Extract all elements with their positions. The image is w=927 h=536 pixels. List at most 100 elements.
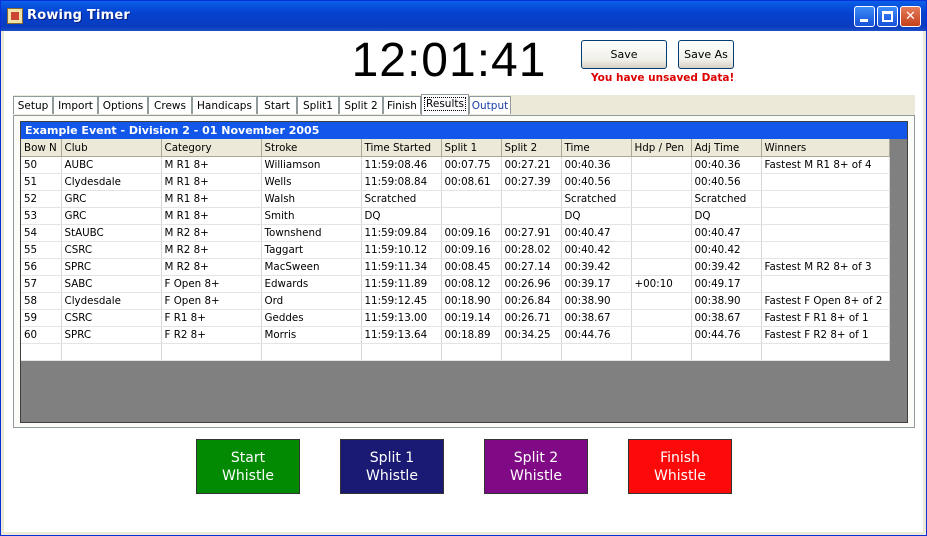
table-cell[interactable]	[761, 207, 890, 225]
table-cell[interactable]	[361, 343, 442, 361]
table-cell[interactable]: Taggart	[261, 241, 362, 259]
table-cell[interactable]: Scratched	[691, 190, 762, 208]
table-cell[interactable]: Clydesdale	[61, 173, 162, 191]
table-cell[interactable]	[261, 343, 362, 361]
tab-split2[interactable]: Split 2	[339, 96, 383, 114]
column-header[interactable]: Hdp / Pen	[631, 139, 692, 157]
table-cell[interactable]: Fastest F R2 8+ of 1	[761, 326, 890, 344]
table-cell[interactable]	[501, 343, 562, 361]
table-row[interactable]	[21, 343, 890, 361]
table-cell[interactable]: 00:18.90	[441, 292, 502, 310]
table-cell[interactable]: 11:59:08.84	[361, 173, 442, 191]
table-cell[interactable]: Smith	[261, 207, 362, 225]
table-row[interactable]: 60 SPRC F R2 8+ Morris 11:59:13.64 00:18.89 00…	[21, 326, 890, 344]
table-cell[interactable]: 00:26.84	[501, 292, 562, 310]
table-cell[interactable]: 00:40.36	[691, 156, 762, 174]
results-table[interactable]: Bow N Club Category Stroke Time Started …	[21, 139, 890, 361]
save-button[interactable]: Save	[581, 40, 667, 69]
table-row[interactable]: 51 Clydesdale M R1 8+ Wells 11:59:08.84 00:08…	[21, 173, 890, 191]
table-cell[interactable]	[21, 343, 62, 361]
table-cell[interactable]	[761, 241, 890, 259]
table-cell[interactable]: Ord	[261, 292, 362, 310]
table-cell[interactable]	[631, 309, 692, 327]
column-header[interactable]: Club	[61, 139, 162, 157]
table-cell[interactable]	[761, 224, 890, 242]
table-cell[interactable]: Fastest M R2 8+ of 3	[761, 258, 890, 276]
table-cell[interactable]	[761, 173, 890, 191]
table-cell[interactable]	[691, 343, 762, 361]
tab-import[interactable]: Import	[53, 96, 98, 114]
table-cell[interactable]: 00:38.90	[691, 292, 762, 310]
table-cell[interactable]: M R1 8+	[161, 207, 262, 225]
table-cell[interactable]: Townshend	[261, 224, 362, 242]
tab-crews[interactable]: Crews	[148, 96, 192, 114]
table-cell[interactable]: 00:39.17	[561, 275, 632, 293]
table-cell[interactable]	[631, 207, 692, 225]
table-cell[interactable]: 11:59:11.34	[361, 258, 442, 276]
table-row[interactable]: 55 CSRC M R2 8+ Taggart 11:59:10.12 00:09.16 0…	[21, 241, 890, 259]
table-cell[interactable]: 00:07.75	[441, 156, 502, 174]
table-cell[interactable]: 00:26.71	[501, 309, 562, 327]
table-cell[interactable]: 00:27.91	[501, 224, 562, 242]
table-cell[interactable]: SPRC	[61, 326, 162, 344]
table-cell[interactable]	[441, 190, 502, 208]
table-cell[interactable]: CSRC	[61, 241, 162, 259]
table-cell[interactable]: 00:40.56	[691, 173, 762, 191]
table-cell[interactable]: 53	[21, 207, 62, 225]
table-cell[interactable]	[631, 258, 692, 276]
column-header[interactable]: Winners	[761, 139, 890, 157]
table-cell[interactable]	[631, 326, 692, 344]
table-cell[interactable]: 00:40.42	[691, 241, 762, 259]
table-cell[interactable]: 00:40.42	[561, 241, 632, 259]
tab-results[interactable]: Results	[421, 94, 469, 115]
column-header[interactable]: Split 1	[441, 139, 502, 157]
table-cell[interactable]	[631, 292, 692, 310]
table-cell[interactable]: DQ	[361, 207, 442, 225]
table-cell[interactable]: M R2 8+	[161, 241, 262, 259]
table-cell[interactable]: Fastest F Open 8+ of 2	[761, 292, 890, 310]
start-whistle-button[interactable]: Start Whistle	[196, 439, 300, 494]
column-header[interactable]: Category	[161, 139, 262, 157]
tab-start[interactable]: Start	[257, 96, 297, 114]
table-cell[interactable]: 00:18.89	[441, 326, 502, 344]
table-cell[interactable]: 57	[21, 275, 62, 293]
table-cell[interactable]: 00:08.61	[441, 173, 502, 191]
column-header[interactable]: Stroke	[261, 139, 362, 157]
table-cell[interactable]: 59	[21, 309, 62, 327]
table-cell[interactable]: DQ	[691, 207, 762, 225]
table-cell[interactable]: M R1 8+	[161, 173, 262, 191]
split2-whistle-button[interactable]: Split 2 Whistle	[484, 439, 588, 494]
table-cell[interactable]: 00:38.90	[561, 292, 632, 310]
table-cell[interactable]	[501, 190, 562, 208]
table-cell[interactable]	[631, 156, 692, 174]
table-cell[interactable]: M R2 8+	[161, 258, 262, 276]
table-cell[interactable]: 00:08.12	[441, 275, 502, 293]
table-cell[interactable]: M R2 8+	[161, 224, 262, 242]
table-cell[interactable]: 00:27.21	[501, 156, 562, 174]
split1-whistle-button[interactable]: Split 1 Whistle	[340, 439, 444, 494]
table-cell[interactable]: 00:09.16	[441, 224, 502, 242]
table-cell[interactable]: 00:27.39	[501, 173, 562, 191]
minimize-button[interactable]	[854, 6, 875, 27]
table-cell[interactable]	[761, 275, 890, 293]
table-cell[interactable]: StAUBC	[61, 224, 162, 242]
table-row[interactable]: 50 AUBC M R1 8+ Williamson 11:59:08.46 00:07.…	[21, 156, 890, 174]
table-cell[interactable]	[441, 207, 502, 225]
table-cell[interactable]: Scratched	[561, 190, 632, 208]
table-cell[interactable]: 00:40.47	[561, 224, 632, 242]
table-cell[interactable]: 50	[21, 156, 62, 174]
table-cell[interactable]: Morris	[261, 326, 362, 344]
table-cell[interactable]	[631, 190, 692, 208]
table-cell[interactable]: 00:38.67	[691, 309, 762, 327]
tab-output[interactable]: Output	[469, 96, 511, 114]
table-row[interactable]: 58 Clydesdale F Open 8+ Ord 11:59:12.45 00:18…	[21, 292, 890, 310]
table-cell[interactable]: 00:28.02	[501, 241, 562, 259]
table-cell[interactable]: 00:40.47	[691, 224, 762, 242]
table-cell[interactable]: CSRC	[61, 309, 162, 327]
column-header[interactable]: Bow N	[21, 139, 62, 157]
table-cell[interactable]: 00:44.76	[691, 326, 762, 344]
table-cell[interactable]: Fastest F R1 8+ of 1	[761, 309, 890, 327]
table-cell[interactable]: 00:27.14	[501, 258, 562, 276]
table-cell[interactable]	[441, 343, 502, 361]
table-cell[interactable]: MacSween	[261, 258, 362, 276]
